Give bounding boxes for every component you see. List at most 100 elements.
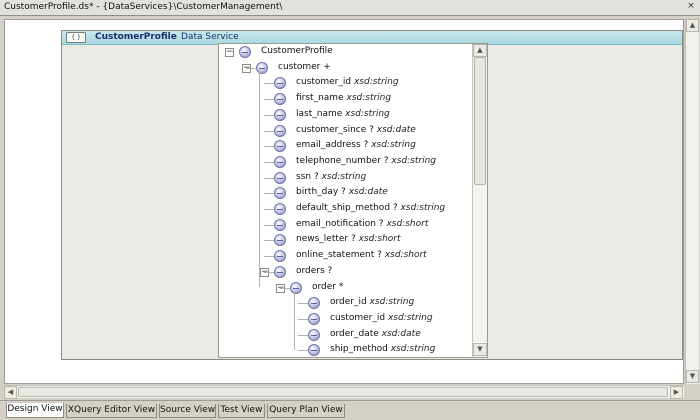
tab-test-view[interactable]: Test View (218, 404, 265, 418)
tree-node-type: xsd:string (369, 297, 415, 308)
tree-connector (264, 161, 274, 163)
tree-node-label: customer_id xsd:string (330, 313, 433, 323)
tree-node-type: xsd:date (376, 124, 416, 135)
tree-node-type: xsd:string (371, 140, 416, 151)
tab-query-plan-view[interactable]: Query Plan View (267, 404, 345, 418)
tree-node-row[interactable]: orders ? (274, 265, 469, 279)
tree-node-type: xsd:string (346, 93, 392, 104)
tree-node-name: order_date (330, 328, 379, 339)
tree-node-row[interactable]: email_notification ? xsd:short (274, 218, 469, 232)
tree-node-row[interactable]: last_name xsd:string (274, 108, 469, 122)
scroll-up-icon[interactable]: ▲ (686, 19, 699, 32)
tree-node-name: email_address ? (296, 140, 369, 151)
schema-element-icon (274, 108, 286, 121)
canvas-horizontal-scrollbar[interactable]: ◀ ▶ (4, 385, 684, 399)
tree-node-label: news_letter ? xsd:short (296, 234, 401, 244)
tree-connector (280, 287, 290, 289)
tree-node-label: default_ship_method ? xsd:string (296, 203, 445, 213)
tree-scroll-thumb[interactable] (474, 57, 486, 185)
tree-node-label: email_notification ? xsd:short (296, 219, 428, 229)
horizontal-scroll-thumb[interactable] (18, 387, 668, 397)
schema-element-icon (274, 77, 286, 90)
tree-node-name: ssn ? (296, 171, 319, 182)
tree-connector (264, 130, 274, 132)
schema-element-icon (239, 46, 251, 58)
schema-element-icon (274, 250, 286, 263)
tree-node-name: last_name (296, 108, 343, 119)
tree-connector (264, 114, 274, 116)
tree-node-row[interactable]: first_name xsd:string (274, 92, 469, 106)
tree-node-row[interactable]: telephone_number ? xsd:string (274, 155, 469, 169)
tree-node-row[interactable]: customer_id xsd:string (308, 312, 469, 326)
schema-element-icon (274, 265, 286, 278)
tree-node-row[interactable]: email_address ? xsd:string (274, 139, 469, 153)
tree-node-name: news_letter ? (296, 234, 356, 245)
scroll-corner (685, 385, 699, 398)
tree-node-row[interactable]: online_statement ? xsd:short (274, 249, 469, 263)
tree-node-label: first_name xsd:string (296, 93, 391, 103)
tree-node-row[interactable]: order_date xsd:date (308, 328, 469, 342)
tree-node-label: CustomerProfile (261, 46, 333, 56)
scroll-down-icon[interactable]: ▼ (686, 370, 699, 383)
tree-connector (264, 193, 274, 195)
tree-node-type: xsd:date (348, 187, 388, 198)
tree-node-name: customer_id (296, 77, 352, 88)
tree-node-label: order_id xsd:string (330, 297, 414, 307)
tree-node-row[interactable]: customer + (256, 61, 469, 75)
tree-node-type: xsd:short (386, 218, 429, 229)
tree-node-row[interactable]: ship_method xsd:string (308, 343, 469, 357)
schema-element-icon (308, 297, 320, 310)
tree-node-row[interactable]: default_ship_method ? xsd:string (274, 202, 469, 216)
tree-vertical-scrollbar[interactable]: ▲ ▼ (472, 44, 487, 357)
tree-node-name: orders ? (296, 265, 333, 276)
tree-node-row[interactable]: order * (290, 281, 469, 295)
tree-connector (259, 72, 260, 288)
tab-design-view[interactable]: Design View (6, 403, 64, 418)
scroll-left-icon[interactable]: ◀ (4, 386, 17, 399)
schema-element-icon (308, 312, 320, 325)
tree-node-type: xsd:string (400, 203, 446, 213)
tree-node-name: online_statement ? (296, 250, 382, 261)
tree-node-row[interactable]: customer_since ? xsd:date (274, 124, 469, 138)
tree-connector (264, 256, 274, 258)
tree-connector (298, 303, 308, 305)
tree-node-label: ssn ? xsd:string (296, 172, 366, 182)
canvas-vertical-scrollbar[interactable]: ▲ ▼ (685, 19, 699, 384)
tree-node-name: birth_day ? (296, 187, 346, 198)
tree-node-name: default_ship_method ? (296, 203, 398, 213)
tree-connector (264, 209, 274, 210)
tree-node-type: xsd:date (381, 328, 421, 339)
tree-node-row[interactable]: CustomerProfile (239, 45, 469, 59)
tree-connector (264, 99, 274, 101)
schema-tree[interactable]: CustomerProfile−customer +−customer_id x… (218, 43, 488, 358)
data-service-icon: { } (66, 32, 86, 43)
tree-node-row[interactable]: ssn ? xsd:string (274, 171, 469, 185)
tree-node-label: order * (312, 282, 343, 292)
tree-connector (264, 224, 274, 226)
tree-node-row[interactable]: news_letter ? xsd:short (274, 233, 469, 247)
tree-node-type: xsd:string (353, 77, 399, 88)
view-tab-bar: Design View XQuery Editor View Source View… (0, 400, 700, 420)
tree-connector (264, 83, 274, 85)
tree-node-row[interactable]: customer_id xsd:string (274, 76, 469, 90)
tab-xquery-editor-view[interactable]: XQuery Editor View (66, 404, 157, 418)
window-title-bar: CustomerProfile.ds* - {DataServices}\Cus… (0, 0, 700, 16)
tree-connector (264, 271, 274, 273)
tree-connector (264, 146, 274, 148)
tree-scroll-down-icon[interactable]: ▼ (473, 343, 487, 356)
tree-node-label: online_statement ? xsd:short (296, 250, 427, 260)
tree-node-label: ship_method xsd:string (330, 344, 435, 354)
tree-connector (298, 350, 308, 352)
tree-node-type: xsd:short (358, 234, 401, 245)
schema-element-icon (274, 124, 286, 137)
tree-node-row[interactable]: order_id xsd:string (308, 296, 469, 310)
window-title: CustomerProfile.ds* - {DataServices}\Cus… (4, 2, 283, 12)
tree-node-name: email_notification ? (296, 218, 384, 229)
scroll-right-icon[interactable]: ▶ (670, 386, 683, 399)
tree-node-row[interactable]: birth_day ? xsd:date (274, 186, 469, 200)
tab-source-view[interactable]: Source View (159, 404, 216, 418)
close-icon[interactable]: × (685, 1, 697, 13)
collapse-toggle-icon[interactable]: − (225, 48, 234, 57)
tree-scroll-up-icon[interactable]: ▲ (473, 44, 487, 57)
tree-connector (298, 318, 308, 320)
